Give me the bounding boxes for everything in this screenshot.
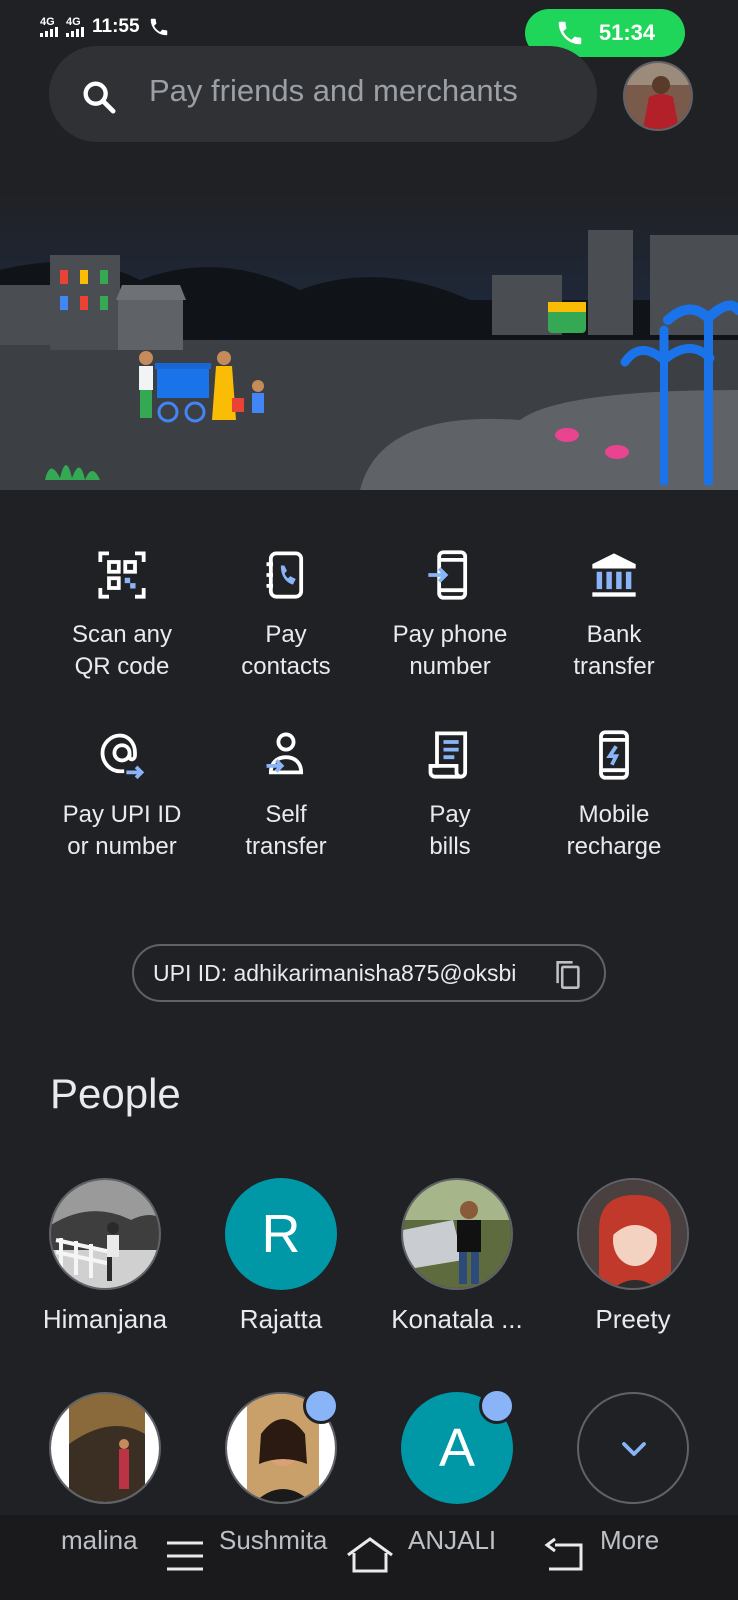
copy-icon[interactable] [554, 960, 582, 990]
call-icon [558, 21, 582, 45]
person-name: malina [61, 1525, 138, 1555]
person-name: Konatala ... [391, 1304, 523, 1334]
action-label-line1: Self [265, 801, 307, 828]
upi-id-chip[interactable]: UPI ID: adhikarimanisha875@oksbi [132, 944, 606, 1002]
person-name: Preety [595, 1304, 671, 1334]
action-label-line1: Mobile [578, 801, 650, 828]
upi-id-text: UPI ID: adhikarimanisha875@oksbi [153, 959, 517, 986]
self-transfer-button[interactable]: Self transfer [204, 725, 368, 863]
person-name: Sushmita [219, 1525, 328, 1555]
action-label-line1: Bank [586, 621, 642, 648]
action-label-line1: Pay UPI ID [62, 801, 182, 828]
quick-actions-grid: Scan any QR code Pay contacts Pay phone num… [40, 545, 696, 863]
self-transfer-icon [256, 725, 316, 785]
network-indicator-2: 4G [66, 17, 84, 37]
new-indicator-dot [303, 1388, 339, 1424]
person-avatar [577, 1178, 689, 1290]
person-malina[interactable] [20, 1392, 190, 1504]
contacts-phone-icon [256, 545, 316, 605]
person-name: More [600, 1525, 660, 1555]
header-illustration [0, 190, 738, 490]
action-label-line1: Pay [265, 621, 307, 648]
person-initial-avatar: R [225, 1178, 337, 1290]
back-icon[interactable] [543, 1537, 585, 1573]
search-bar[interactable]: Pay friends and merchants [49, 46, 597, 142]
phone-arrow-icon [420, 545, 480, 605]
action-label-line2: transfer [245, 833, 327, 860]
search-icon [83, 81, 116, 114]
person-avatar [401, 1178, 513, 1290]
profile-avatar[interactable] [623, 61, 693, 131]
person-sushmita[interactable] [196, 1388, 366, 1504]
action-label-line2: bills [429, 833, 471, 860]
action-label-line1: Scan any [71, 621, 173, 648]
action-label-line2: recharge [566, 833, 662, 860]
action-label-line2: number [409, 653, 491, 680]
person-rajatta[interactable]: R Rajatta [196, 1178, 366, 1335]
expand-circle [577, 1392, 689, 1504]
clock: 11:55 [92, 16, 140, 37]
action-label-line2: or number [67, 833, 177, 860]
more-people-button[interactable] [548, 1392, 718, 1504]
action-label-line2: QR code [74, 653, 170, 680]
action-label-line1: Pay phone [392, 621, 508, 648]
person-avatar [49, 1178, 161, 1290]
new-indicator-dot [479, 1388, 515, 1424]
person-name: Himanjana [42, 1304, 168, 1334]
person-preety[interactable]: Preety [548, 1178, 718, 1335]
chevron-down-icon [622, 1442, 646, 1456]
scan-qr-button[interactable]: Scan any QR code [40, 545, 204, 683]
action-label-line2: transfer [573, 653, 655, 680]
bank-icon [584, 545, 644, 605]
action-label-line2: contacts [241, 653, 331, 680]
home-icon[interactable] [345, 1535, 395, 1575]
network-indicator-1: 4G [40, 17, 58, 37]
person-name: Rajatta [239, 1304, 323, 1334]
people-section-title: People [50, 1070, 181, 1117]
person-avatar [49, 1392, 161, 1504]
pay-upi-id-button[interactable]: Pay UPI ID or number [40, 725, 204, 863]
search-placeholder: Pay friends and merchants [149, 73, 518, 108]
pay-bills-button[interactable]: Pay bills [368, 725, 532, 863]
person-konatala[interactable]: Konatala ... [372, 1178, 542, 1335]
person-name: ANJALI [408, 1525, 497, 1555]
bank-transfer-button[interactable]: Bank transfer [532, 545, 696, 683]
mobile-recharge-icon [584, 725, 644, 785]
call-timer: 51:34 [598, 20, 656, 45]
action-label-line1: Pay [429, 801, 471, 828]
pay-contacts-button[interactable]: Pay contacts [204, 545, 368, 683]
bill-icon [420, 725, 480, 785]
at-sign-icon [92, 725, 152, 785]
qr-scan-icon [92, 545, 152, 605]
phone-call-icon [150, 18, 167, 36]
mobile-recharge-button[interactable]: Mobile recharge [532, 725, 696, 863]
pay-phone-number-button[interactable]: Pay phone number [368, 545, 532, 683]
person-anjali[interactable]: A [372, 1388, 542, 1504]
recents-menu-icon[interactable] [165, 1539, 205, 1573]
person-himanjana[interactable]: Himanjana [20, 1178, 190, 1335]
